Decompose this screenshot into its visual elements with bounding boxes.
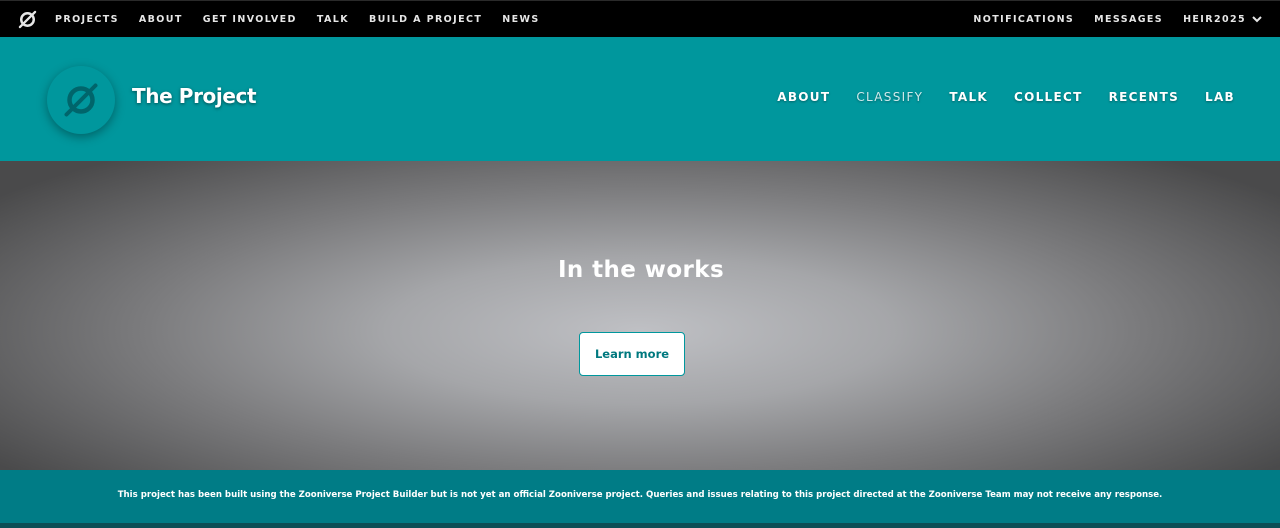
site-nav-right: NOTIFICATIONS MESSAGES HEIR2025 (973, 1, 1280, 37)
nav-about-link[interactable]: ABOUT (139, 14, 183, 25)
nav-news-link[interactable]: NEWS (502, 14, 539, 25)
zooniverse-logo-icon[interactable] (18, 9, 38, 29)
messages-link[interactable]: MESSAGES (1094, 14, 1163, 25)
chevron-down-icon[interactable] (1252, 15, 1262, 23)
unofficial-project-notice: This project has been built using the Zo… (0, 470, 1280, 523)
project-tab-lab[interactable]: LAB (1205, 90, 1235, 104)
nav-projects-link[interactable]: PROJECTS (55, 14, 119, 25)
nav-get-involved-link[interactable]: GET INVOLVED (203, 14, 297, 25)
project-header: The Project ABOUT CLASSIFY TALK COLLECT … (0, 37, 1280, 161)
project-title[interactable]: The Project (132, 84, 257, 108)
site-nav-left: PROJECTS ABOUT GET INVOLVED TALK BUILD A… (0, 1, 560, 37)
hero-section: In the works Learn more (0, 161, 1280, 470)
learn-more-button[interactable]: Learn more (579, 332, 685, 376)
zooniverse-logo-icon (64, 83, 98, 117)
notifications-link[interactable]: NOTIFICATIONS (973, 14, 1074, 25)
nav-build-a-project-link[interactable]: BUILD A PROJECT (369, 14, 482, 25)
nav-talk-link[interactable]: TALK (317, 14, 349, 25)
project-tab-classify[interactable]: CLASSIFY (856, 90, 923, 104)
site-top-navigation: PROJECTS ABOUT GET INVOLVED TALK BUILD A… (0, 0, 1280, 37)
project-tab-recents[interactable]: RECENTS (1109, 90, 1179, 104)
project-tab-collect[interactable]: COLLECT (1014, 90, 1083, 104)
project-navigation: ABOUT CLASSIFY TALK COLLECT RECENTS LAB (751, 90, 1235, 104)
hero-heading: In the works (557, 257, 725, 283)
project-avatar[interactable] (47, 66, 115, 134)
notice-text: This project has been built using the Zo… (117, 489, 1163, 500)
user-menu-button[interactable]: HEIR2025 (1183, 14, 1246, 25)
project-tab-talk[interactable]: TALK (949, 90, 988, 104)
project-tab-about[interactable]: ABOUT (777, 90, 830, 104)
page-bottom-edge (0, 523, 1280, 528)
